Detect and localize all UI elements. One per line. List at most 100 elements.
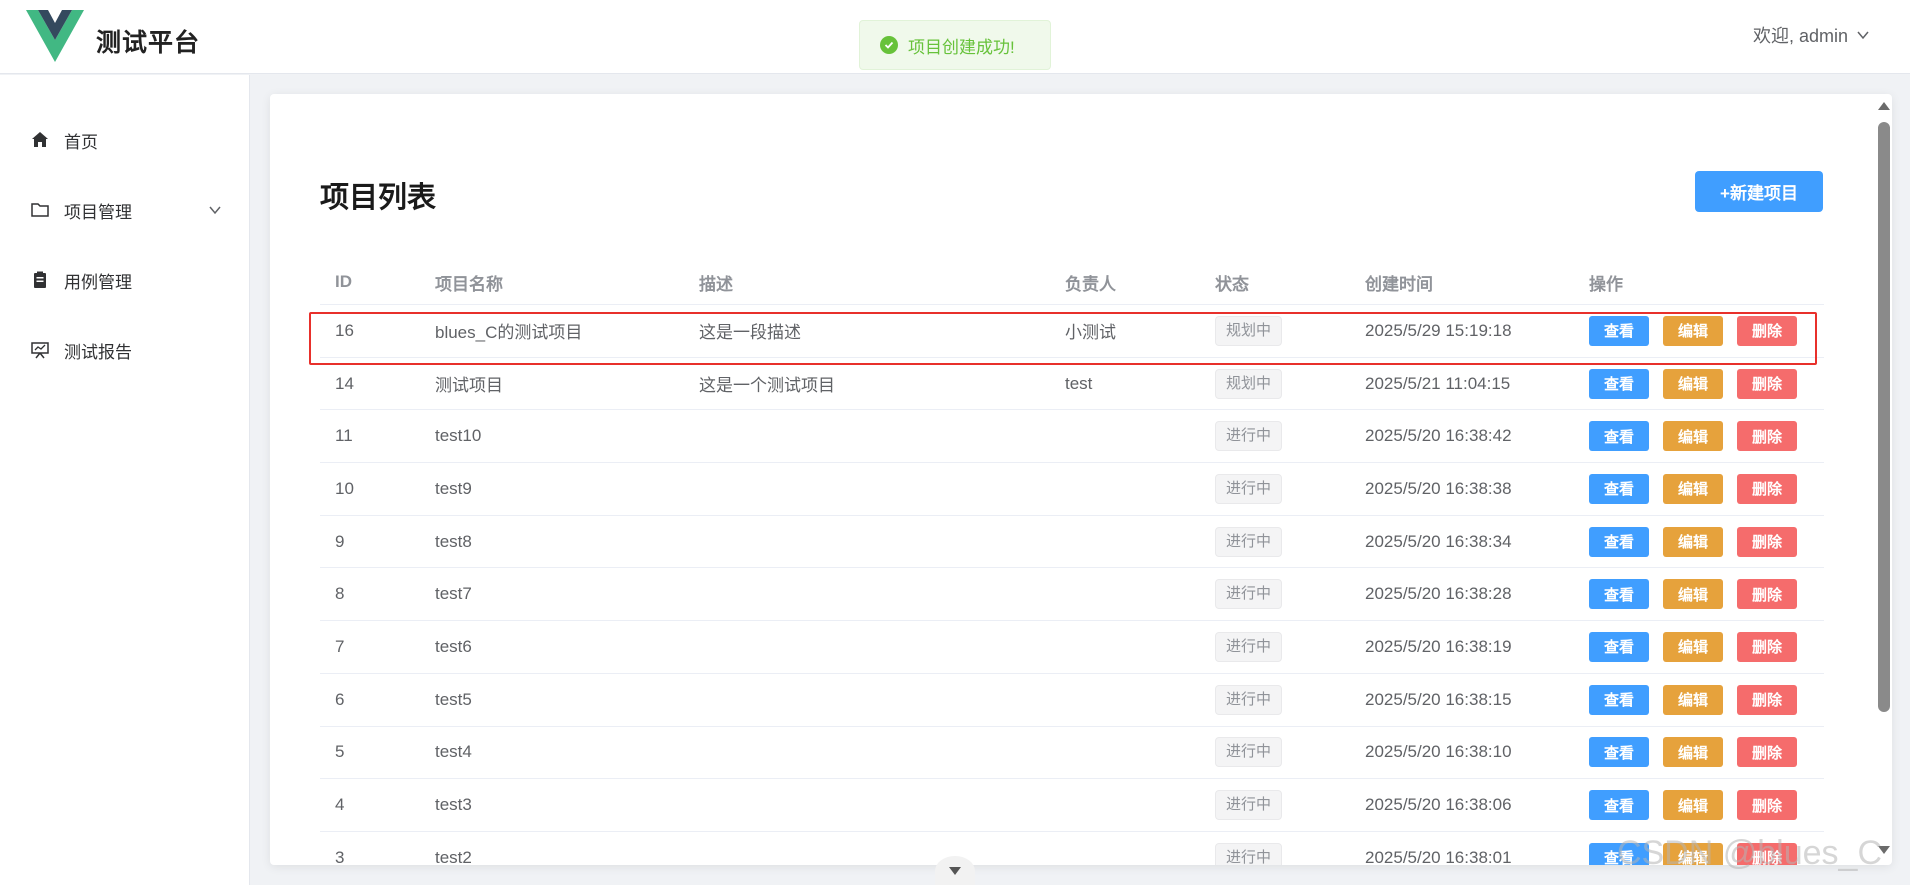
chevron-down-icon [949,867,961,875]
cell-name: test2 [435,847,472,865]
table-row: 4 test3 进行中 2025/5/20 16:38:06 查看 编辑 删除 [320,779,1824,832]
cell-created: 2025/5/20 16:38:10 [1365,742,1512,762]
cell-name: test6 [435,636,472,656]
cell-actions: 查看 编辑 删除 [1574,315,1824,346]
success-toast: 项目创建成功! [859,20,1051,70]
table-row: 9 test8 进行中 2025/5/20 16:38:34 查看 编辑 删除 [320,516,1824,569]
watermark: CSDN @blues_C [1616,834,1882,872]
user-menu[interactable]: 欢迎, admin [1753,22,1870,48]
cell-status: 进行中 [1200,526,1350,557]
cell-name: test8 [435,531,472,551]
sidebar-item-label: 首页 [64,132,98,152]
cell-created: 2025/5/20 16:38:38 [1365,478,1512,498]
cell-desc: 这是一个测试项目 [699,376,835,396]
view-button[interactable]: 查看 [1589,790,1649,821]
cell-id: 6 [335,689,345,709]
cell-owner: 小测试 [1065,323,1116,343]
table-row: 6 test5 进行中 2025/5/20 16:38:15 查看 编辑 删除 [320,674,1824,727]
scroll-more-button[interactable] [935,856,975,885]
cell-created: 2025/5/20 16:38:34 [1365,531,1512,551]
cell-status: 进行中 [1200,631,1350,662]
delete-button[interactable]: 删除 [1737,526,1797,557]
vue-logo-icon [26,10,84,62]
cell-name: test7 [435,584,472,604]
presentation-icon [31,342,49,359]
cell-id: 4 [335,795,345,815]
delete-button[interactable]: 删除 [1737,473,1797,504]
edit-button[interactable]: 编辑 [1663,579,1723,610]
delete-button[interactable]: 删除 [1737,579,1797,610]
view-button[interactable]: 查看 [1589,631,1649,662]
page-title: 项目列表 [320,182,437,214]
delete-button[interactable]: 删除 [1737,790,1797,821]
cell-actions: 查看 编辑 删除 [1574,579,1824,610]
edit-button[interactable]: 编辑 [1663,368,1723,399]
view-button[interactable]: 查看 [1589,526,1649,557]
sidebar: 首页 项目管理 用例管理 测试报告 [0,75,250,885]
delete-button[interactable]: 删除 [1737,684,1797,715]
folder-icon [31,203,49,217]
table-row: 7 test6 进行中 2025/5/20 16:38:19 查看 编辑 删除 [320,621,1824,674]
sidebar-item-testcases[interactable]: 用例管理 [0,250,250,310]
column-header: ID [335,272,352,291]
view-button[interactable]: 查看 [1589,368,1649,399]
view-button[interactable]: 查看 [1589,737,1649,768]
cell-id: 10 [335,478,354,498]
cell-actions: 查看 编辑 删除 [1574,368,1824,399]
view-button[interactable]: 查看 [1589,421,1649,452]
status-badge: 进行中 [1215,842,1283,865]
edit-button[interactable]: 编辑 [1663,790,1723,821]
column-header: 操作 [1589,274,1623,294]
scroll-up-arrow-icon[interactable] [1878,102,1890,110]
edit-button[interactable]: 编辑 [1663,315,1723,346]
table-row: 3 test2 进行中 2025/5/20 16:38:01 查看 编辑 删除 [320,832,1824,865]
column-header: 状态 [1215,274,1249,294]
view-button[interactable]: 查看 [1589,473,1649,504]
cell-id: 14 [335,373,354,393]
cell-id: 3 [335,847,345,865]
edit-button[interactable]: 编辑 [1663,421,1723,452]
delete-button[interactable]: 删除 [1737,737,1797,768]
check-circle-icon [880,36,898,54]
cell-name: test9 [435,478,472,498]
cell-id: 11 [335,426,353,446]
chevron-down-icon [1857,31,1869,40]
user-welcome-label: 欢迎, admin [1752,26,1848,46]
cell-actions: 查看 编辑 删除 [1574,421,1824,452]
sidebar-item-reports[interactable]: 测试报告 [0,320,250,380]
edit-button[interactable]: 编辑 [1663,473,1723,504]
delete-button[interactable]: 删除 [1737,631,1797,662]
scroll-thumb[interactable] [1878,122,1890,712]
project-table: ID 项目名称 描述 负责人 状态 创建时间 操作 16 blues_C的测试项目… [320,260,1824,865]
view-button[interactable]: 查看 [1589,579,1649,610]
new-project-button[interactable]: +新建项目 [1695,171,1823,212]
edit-button[interactable]: 编辑 [1663,737,1723,768]
sidebar-item-projects[interactable]: 项目管理 [0,180,250,240]
cell-status: 进行中 [1200,737,1350,768]
view-button[interactable]: 查看 [1589,684,1649,715]
cell-actions: 查看 编辑 删除 [1574,473,1824,504]
status-badge: 进行中 [1215,790,1283,821]
status-badge: 进行中 [1215,526,1283,557]
delete-button[interactable]: 删除 [1737,421,1797,452]
cell-status: 进行中 [1200,421,1350,452]
status-badge: 规划中 [1215,368,1283,399]
table-row: 11 test10 进行中 2025/5/20 16:38:42 查看 编辑 删除 [320,410,1824,464]
edit-button[interactable]: 编辑 [1663,631,1723,662]
cell-id: 9 [335,531,345,551]
edit-button[interactable]: 编辑 [1663,684,1723,715]
scrollbar[interactable] [1874,96,1894,866]
delete-button[interactable]: 删除 [1737,315,1797,346]
sidebar-item-label: 用例管理 [64,272,132,292]
column-header: 描述 [699,274,733,294]
table-body: 16 blues_C的测试项目 这是一段描述 小测试 规划中 2025/5/29 15:1… [320,305,1824,865]
view-button[interactable]: 查看 [1589,315,1649,346]
cell-created: 2025/5/20 16:38:01 [1365,847,1512,865]
cell-created: 2025/5/20 16:38:28 [1365,584,1512,604]
edit-button[interactable]: 编辑 [1663,526,1723,557]
cell-created: 2025/5/20 16:38:42 [1365,426,1512,446]
sidebar-item-home[interactable]: 首页 [0,110,250,170]
cell-actions: 查看 编辑 删除 [1574,526,1824,557]
delete-button[interactable]: 删除 [1737,368,1797,399]
cell-owner: test [1065,373,1093,393]
